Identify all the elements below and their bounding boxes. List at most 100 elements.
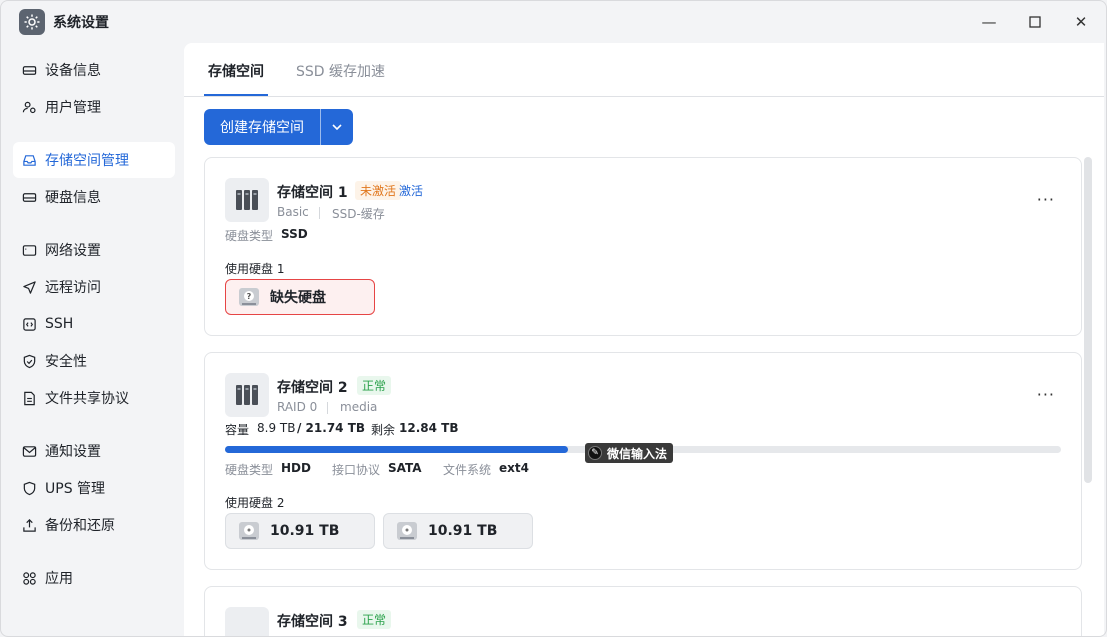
missing-disk-tile[interactable]: ? 缺失硬盘 <box>225 279 375 315</box>
storage-pool-card: 存储空间 1 未激活 激活 Basic SSD-缓存 ··· 硬盘类型 SSD … <box>204 157 1082 336</box>
total-capacity: / 21.74 TB <box>297 421 366 435</box>
sidebar-item-label: 文件共享协议 <box>45 391 129 407</box>
used-disks-label: 使用硬盘 2 <box>225 496 285 510</box>
status-badge: 正常 <box>357 376 392 395</box>
hdd-icon <box>239 522 259 540</box>
nas-drive-icon <box>225 178 269 222</box>
hard-drive-icon <box>21 62 37 78</box>
chevron-down-icon[interactable] <box>321 124 353 130</box>
free-capacity: 12.84 TB <box>399 421 459 435</box>
activate-link[interactable]: 激活 <box>399 182 423 199</box>
tab-ssd-cache[interactable]: SSD 缓存加速 <box>296 61 385 81</box>
sidebar-item-remote-access[interactable]: 远程访问 <box>13 269 175 305</box>
scrollbar[interactable] <box>1084 157 1092 483</box>
sidebar: 设备信息 用户管理 存储空间管理 硬盘信息 网络设置 远程访问 SSH 安全性 <box>1 43 184 636</box>
minimize-button[interactable]: — <box>975 9 1003 35</box>
sidebar-item-label: 安全性 <box>45 354 87 370</box>
sidebar-item-user-management[interactable]: 用户管理 <box>13 89 175 125</box>
active-tab-indicator <box>204 94 268 96</box>
sidebar-item-label: UPS 管理 <box>45 481 106 497</box>
storage-pool-card: 存储空间 3 正常 <box>204 586 1082 636</box>
raid-type: RAID 0 <box>277 400 318 414</box>
create-storage-button[interactable]: 创建存储空间 <box>204 109 353 145</box>
terminal-icon <box>21 316 37 332</box>
divider <box>327 402 328 414</box>
disk-tile[interactable]: 10.91 TB <box>225 513 375 549</box>
sidebar-item-file-sharing[interactable]: 文件共享协议 <box>13 380 175 416</box>
hdd-icon <box>397 522 417 540</box>
sidebar-item-backup[interactable]: 备份和还原 <box>13 507 175 543</box>
status-badge: 正常 <box>357 610 392 629</box>
sidebar-item-label: 备份和还原 <box>45 518 115 534</box>
wechat-ime-icon: ✎ <box>588 446 602 460</box>
sidebar-item-disk-info[interactable]: 硬盘信息 <box>13 179 175 215</box>
disk-type-label: 硬盘类型 <box>225 229 274 243</box>
nas-drive-icon <box>225 607 269 636</box>
capacity-progress-fill <box>225 446 568 453</box>
disk-type-value: HDD <box>281 461 311 475</box>
sidebar-item-label: 应用 <box>45 571 73 587</box>
create-storage-label: 创建存储空间 <box>220 120 304 136</box>
maximize-icon <box>1029 16 1041 28</box>
sidebar-item-ssh[interactable]: SSH <box>13 306 175 342</box>
more-options-button[interactable]: ··· <box>1037 190 1055 209</box>
svg-text:?: ? <box>247 292 252 301</box>
document-icon <box>21 390 37 406</box>
sidebar-item-label: SSH <box>45 316 74 332</box>
system-settings-window: 系统设置 — ✕ 设备信息 用户管理 存储空间管理 硬盘信息 网络设置 远程访问… <box>0 0 1107 637</box>
maximize-button[interactable] <box>1021 9 1049 35</box>
used-disks-label: 使用硬盘 1 <box>225 262 285 276</box>
ups-shield-icon <box>21 480 37 496</box>
divider <box>319 207 320 219</box>
more-options-button[interactable]: ··· <box>1037 385 1055 404</box>
sidebar-item-network[interactable]: 网络设置 <box>13 232 175 268</box>
disk-label: 10.91 TB <box>270 523 340 539</box>
nas-drive-icon <box>225 373 269 417</box>
main-panel: 存储空间 SSD 缓存加速 创建存储空间 存储空间 1 未激活 激活 Basic… <box>184 43 1104 636</box>
pool-name: 存储空间 3 <box>277 614 348 630</box>
sidebar-item-label: 用户管理 <box>45 100 101 116</box>
pool-name: 存储空间 2 <box>277 380 348 396</box>
monitor-icon <box>21 242 37 258</box>
sidebar-item-ups[interactable]: UPS 管理 <box>13 470 175 506</box>
pool-usage: media <box>340 400 378 414</box>
capacity-label: 容量 <box>225 423 250 437</box>
disk-type-value: SSD <box>281 227 308 241</box>
missing-disk-icon: ? <box>239 288 259 306</box>
tab-bar: 存储空间 SSD 缓存加速 <box>184 43 1104 97</box>
sidebar-item-label: 通知设置 <box>45 444 101 460</box>
tab-storage-space[interactable]: 存储空间 <box>208 61 264 81</box>
free-label: 剩余 <box>371 423 396 437</box>
sidebar-item-security[interactable]: 安全性 <box>13 343 175 379</box>
status-badge: 未激活 <box>355 181 402 200</box>
storage-icon <box>21 152 37 168</box>
interface-label: 接口协议 <box>332 463 381 477</box>
interface-value: SATA <box>388 461 422 475</box>
ime-indicator[interactable]: ✎ 微信输入法 <box>585 443 674 463</box>
sidebar-item-label: 远程访问 <box>45 280 101 296</box>
sidebar-item-label: 网络设置 <box>45 243 101 259</box>
title-bar: 系统设置 — ✕ <box>1 1 1106 43</box>
backup-icon <box>21 517 37 533</box>
ime-label: 微信输入法 <box>607 446 668 461</box>
disk-tile[interactable]: 10.91 TB <box>383 513 533 549</box>
pool-usage: SSD-缓存 <box>332 207 385 221</box>
disk-type-label: 硬盘类型 <box>225 463 274 477</box>
raid-type: Basic <box>277 205 309 219</box>
disk-icon <box>21 189 37 205</box>
disk-label: 缺失硬盘 <box>270 290 326 306</box>
sidebar-item-notifications[interactable]: 通知设置 <box>13 433 175 469</box>
sidebar-item-storage-management[interactable]: 存储空间管理 <box>13 142 175 178</box>
sidebar-item-device-info[interactable]: 设备信息 <box>13 52 175 88</box>
disk-label: 10.91 TB <box>428 523 498 539</box>
users-icon <box>21 99 37 115</box>
apps-icon <box>21 570 37 586</box>
mail-icon <box>21 443 37 459</box>
window-title: 系统设置 <box>53 15 109 31</box>
sidebar-item-label: 硬盘信息 <box>45 190 101 206</box>
used-capacity: 8.9 TB <box>257 421 296 435</box>
sidebar-item-apps[interactable]: 应用 <box>13 560 175 596</box>
settings-gear-icon <box>19 9 45 35</box>
close-button[interactable]: ✕ <box>1067 9 1095 35</box>
sidebar-item-label: 存储空间管理 <box>45 153 129 169</box>
